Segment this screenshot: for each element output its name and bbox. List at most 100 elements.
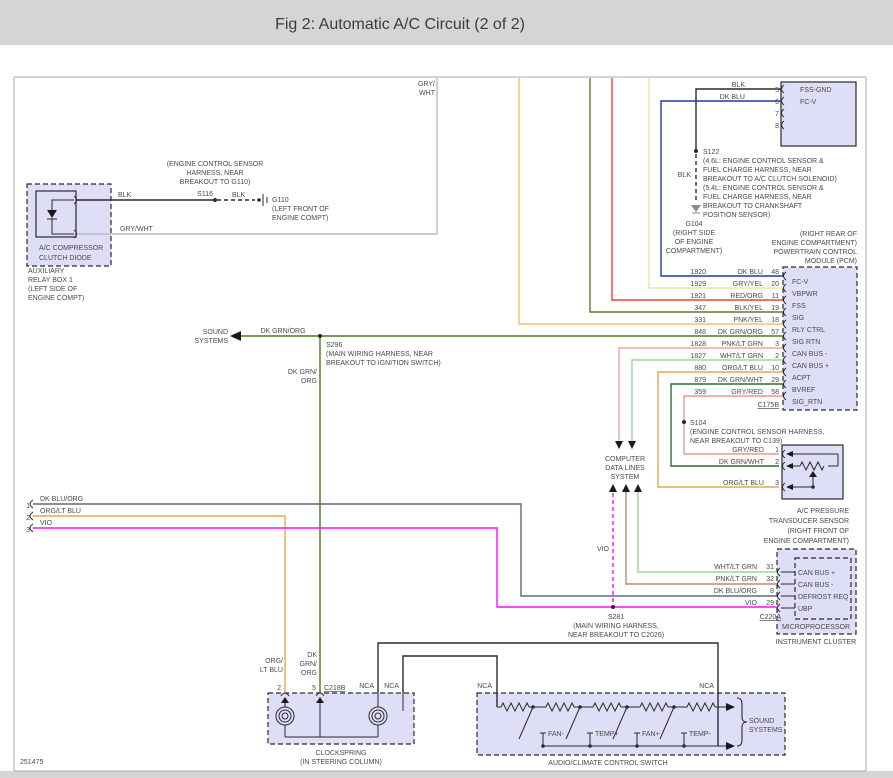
circuit-number: 1920 [690, 269, 706, 276]
wire-color-label: ORG/LT BLU [722, 365, 763, 372]
offpage-target: SOUND [203, 329, 228, 336]
ground-location: OF ENGINE [675, 239, 714, 246]
pin-number: 2 [775, 353, 779, 360]
wire-color-label: WHT/LT GRN [714, 564, 757, 571]
pin-number: 32 [766, 576, 774, 583]
splice-note: POSITION SENSOR) [703, 212, 770, 219]
pin-label: CAN BUS - [792, 351, 828, 358]
wiring-diagram-canvas: Fig 2: Automatic A/C Circuit (2 of 2) [0, 0, 893, 778]
offpage-target: SYSTEM [611, 474, 640, 481]
circuit-number: 1929 [690, 281, 706, 288]
pin-number: 1 [775, 447, 779, 454]
ground-location: COMPARTMENT) [666, 248, 723, 255]
pin-number: 48 [771, 269, 779, 276]
pin-label: DEFROST REQ [798, 594, 849, 601]
wire-color-label: DK [307, 652, 317, 659]
wire-color-label: WHT/LT GRN [720, 353, 763, 360]
splice-note: FUEL CHARGE HARNESS, NEAR [703, 194, 812, 201]
wire-color-label: BLK [678, 172, 692, 179]
wire-color-label: BLK/YEL [735, 305, 764, 312]
component-name: CLOCKSPRING [316, 750, 367, 757]
pin-number: 10 [771, 365, 779, 372]
rail-dot [635, 744, 639, 748]
splice-note: (5.4L: ENGINE CONTROL SENSOR & [703, 185, 824, 192]
pin-label: FSS-GND [800, 87, 832, 94]
component-name: AUDIO/CLIMATE CONTROL SWITCH [548, 760, 667, 767]
pin-label: SIG RTN [792, 339, 820, 346]
harness-note: (ENGINE CONTROL SENSOR [167, 161, 264, 168]
harness-note: HARNESS, NEAR [186, 170, 243, 177]
offpage-target: COMPUTER [605, 456, 645, 463]
pin-number: 3 [26, 527, 30, 534]
pin-number: 31 [766, 564, 774, 571]
pin-number: 2 [775, 459, 779, 466]
pin-number: 8 [770, 588, 774, 595]
wire-color-label: DK GRN/WHT [719, 459, 765, 466]
component-location: (LEFT SIDE OF [28, 286, 77, 293]
wire-color-label: NCA [359, 683, 374, 690]
pin-number: 20 [771, 281, 779, 288]
wire-color-label: PNK/LT GRN [716, 576, 757, 583]
circuit-number: 1827 [690, 353, 706, 360]
rail-dot [541, 744, 545, 748]
component-location: AUXILIARY [28, 268, 65, 275]
component-location: (RIGHT FRONT OF [787, 528, 849, 535]
pcm-location: POWERTRAIN CONTROL [774, 249, 858, 256]
splice-note: BREAKOUT TO IGNITION SWITCH) [326, 360, 441, 367]
pin-label: FSS [792, 303, 806, 310]
pin-number: 7 [775, 111, 779, 118]
splice-label-s281: S281 [608, 614, 624, 621]
pin-number: 3 [775, 341, 779, 348]
pin-label: BVREF [792, 387, 815, 394]
splice-note: (MAIN WIRING HARNESS, [573, 623, 659, 630]
pin-number: 18 [771, 317, 779, 324]
pin-number: 1 [26, 503, 30, 510]
harness-note: BREAKOUT TO G110) [180, 179, 251, 186]
pin-label: UBP [798, 606, 813, 613]
offpage-target: SYSTEMS [195, 338, 229, 345]
wire-color-label: BLK [118, 192, 132, 199]
component-name: TRANSDUCER SENSOR [769, 518, 849, 525]
splice-note: NEAR BREAKOUT TO C139) [690, 438, 782, 445]
wire-color-label: LT BLU [260, 667, 283, 674]
pin-number: 29 [766, 600, 774, 607]
circuit-number: 880 [694, 365, 706, 372]
pin-number: 3 [775, 480, 779, 487]
pin-label: RLY CTRL [792, 327, 825, 334]
circuit-number: 331 [694, 317, 706, 324]
wire-color-label: PNK/YEL [733, 317, 763, 324]
pin-number: 58 [771, 389, 779, 396]
wire-color-label: ORG/LT BLU [40, 508, 81, 515]
component-name: CLUTCH DIODE [39, 255, 92, 262]
splice-note: FUEL CHARGE HARNESS, NEAR [703, 167, 812, 174]
pin-label: VBPWR [792, 291, 818, 298]
component-location: ENGINE COMPARTMENT) [764, 538, 849, 545]
splice-note: NEAR BREAKOUT TO C2026) [568, 632, 664, 639]
splice-note: (4.6L: ENGINE CONTROL SENSOR & [703, 158, 824, 165]
wire-color-label: VIO [597, 546, 610, 553]
pin-number: 5 [775, 87, 779, 94]
switch-position-label: FAN+ [642, 731, 660, 738]
component-name: A/C COMPRESSOR [39, 245, 103, 252]
ground-label-g110: G110 [272, 197, 289, 204]
splice-note: BREAKOUT TO CRANKSHAFT [703, 203, 803, 210]
circuit-number: 879 [694, 377, 706, 384]
pin-number: 57 [771, 329, 779, 336]
pin-label: CAN BUS + [792, 363, 829, 370]
splice-label-s104: S104 [690, 420, 706, 427]
wire-color-label: DK GRN/WHT [718, 377, 764, 384]
splice-label-s296: S296 [326, 342, 342, 349]
wire-color-label: GRY/YEL [733, 281, 763, 288]
wire-color-label: DK GRN/ORG [260, 328, 305, 335]
wire-color-label: VIO [745, 600, 758, 607]
splice-dot-s281 [611, 605, 615, 609]
splice-dot-s104 [682, 420, 686, 424]
page-title: Fig 2: Automatic A/C Circuit (2 of 2) [275, 16, 525, 33]
wire-color-label: GRY/RED [731, 389, 763, 396]
pin-number: 8 [775, 123, 779, 130]
connector-label-c220a: C220A [760, 614, 782, 621]
wire-color-label: DK GRN/ORG [718, 329, 763, 336]
offpage-target: SYSTEMS [749, 727, 783, 734]
component-name: MICROPROCESSOR [782, 624, 850, 631]
ground-location: (LEFT FRONT OF [272, 206, 329, 213]
